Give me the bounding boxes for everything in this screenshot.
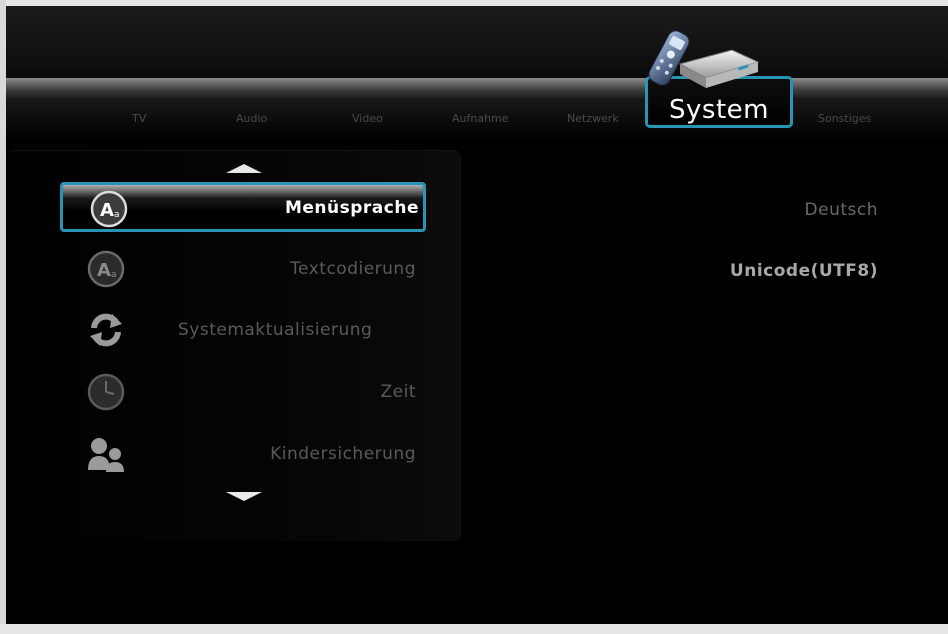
tab-audio[interactable]: Audio [236,112,267,132]
tab-sonstiges[interactable]: Sonstiges [818,112,871,132]
menuesprache-value: Deutsch [804,200,878,220]
tab-tv[interactable]: TV [132,112,146,132]
menu-item-systemaktualisierung[interactable]: Systemaktualisierung [60,306,426,356]
clock-icon [87,373,125,411]
system-settings-screen: TV Audio Video Aufnahme Netzwerk Sonstig… [0,0,948,634]
svg-text:a: a [114,210,120,220]
parental-control-icon [88,438,124,472]
tab-aufnahme[interactable]: Aufnahme [452,112,509,132]
textcodierung-value: Unicode(UTF8) [729,261,878,281]
header-band [6,6,948,80]
arrow-up-icon[interactable] [226,164,262,173]
tab-bar [6,78,948,98]
language-icon: A a [90,190,128,228]
menu-item-kindersicherung[interactable]: Kindersicherung [60,430,426,480]
arrow-down-icon[interactable] [226,492,262,501]
text-encoding-icon: A a [87,250,125,288]
svg-text:A: A [100,200,114,221]
menu-item-zeit[interactable]: Zeit [60,368,426,418]
menu-item-label: Kindersicherung [270,444,416,464]
menu-item-menuesprache[interactable]: A a Menüsprache [60,182,426,232]
tab-netzwerk[interactable]: Netzwerk [567,112,637,132]
svg-text:a: a [111,270,117,280]
menu-item-textcodierung[interactable]: A a Textcodierung [60,245,426,295]
menu-item-label: Zeit [380,382,416,402]
menu-item-label: Menüsprache [284,198,419,218]
frame-bottom-edge [0,624,948,634]
system-device-icon [648,30,760,88]
tab-video[interactable]: Video [352,112,383,132]
menu-item-label: Systemaktualisierung [178,320,373,340]
svg-text:A: A [97,260,111,281]
menu-item-label: Textcodierung [290,259,416,279]
refresh-icon [90,313,122,347]
